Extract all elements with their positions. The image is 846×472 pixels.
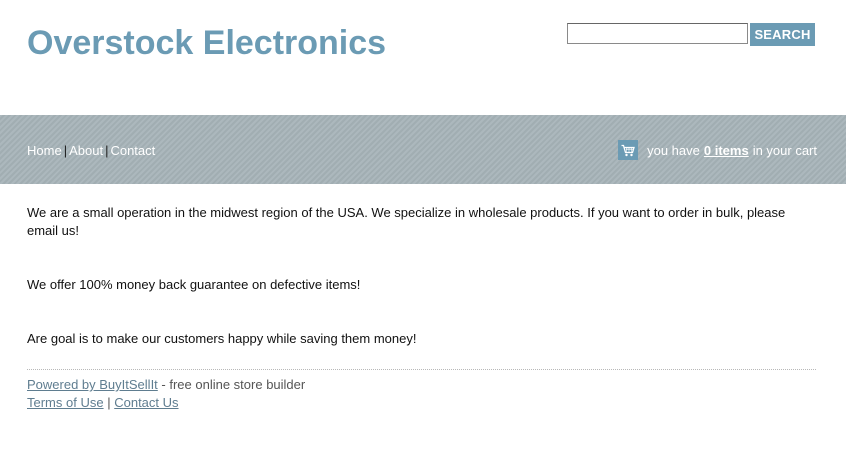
nav-links: Home | About | Contact [27, 143, 155, 158]
cart-suffix: in your cart [752, 142, 817, 158]
nav-about-link[interactable]: About [69, 143, 103, 158]
intro-paragraph: We are a small operation in the midwest … [27, 205, 786, 238]
cart-summary: you have 0 items in your cart [618, 140, 817, 160]
goal-paragraph: Are goal is to make our customers happy … [27, 331, 417, 346]
search-input[interactable] [567, 23, 748, 44]
footer-divider [27, 369, 816, 370]
nav-contact-link[interactable]: Contact [110, 143, 155, 158]
site-title[interactable]: Overstock Electronics [27, 24, 386, 63]
powered-by-line: Powered by BuyItSellIt - free online sto… [27, 376, 305, 394]
header: Overstock Electronics SEARCH [0, 0, 846, 115]
footer-separator: | [107, 395, 111, 410]
footer-links: Terms of Use | Contact Us [27, 394, 305, 412]
nav-home-link[interactable]: Home [27, 143, 62, 158]
contact-us-link[interactable]: Contact Us [114, 395, 178, 410]
search-button[interactable]: SEARCH [750, 23, 815, 46]
powered-by-link[interactable]: Powered by BuyItSellIt [27, 377, 158, 392]
guarantee-paragraph: We offer 100% money back guarantee on de… [27, 277, 361, 292]
powered-by-suffix: - free online store builder [161, 377, 306, 392]
terms-of-use-link[interactable]: Terms of Use [27, 395, 104, 410]
shopping-cart-icon[interactable] [618, 140, 639, 160]
cart-items-link[interactable]: 0 items [704, 143, 749, 158]
nav-separator: | [63, 143, 68, 158]
cart-prefix: you have [647, 142, 700, 158]
footer: Powered by BuyItSellIt - free online sto… [27, 376, 305, 412]
navbar: Home | About | Contact you have 0 items in y… [0, 115, 846, 184]
